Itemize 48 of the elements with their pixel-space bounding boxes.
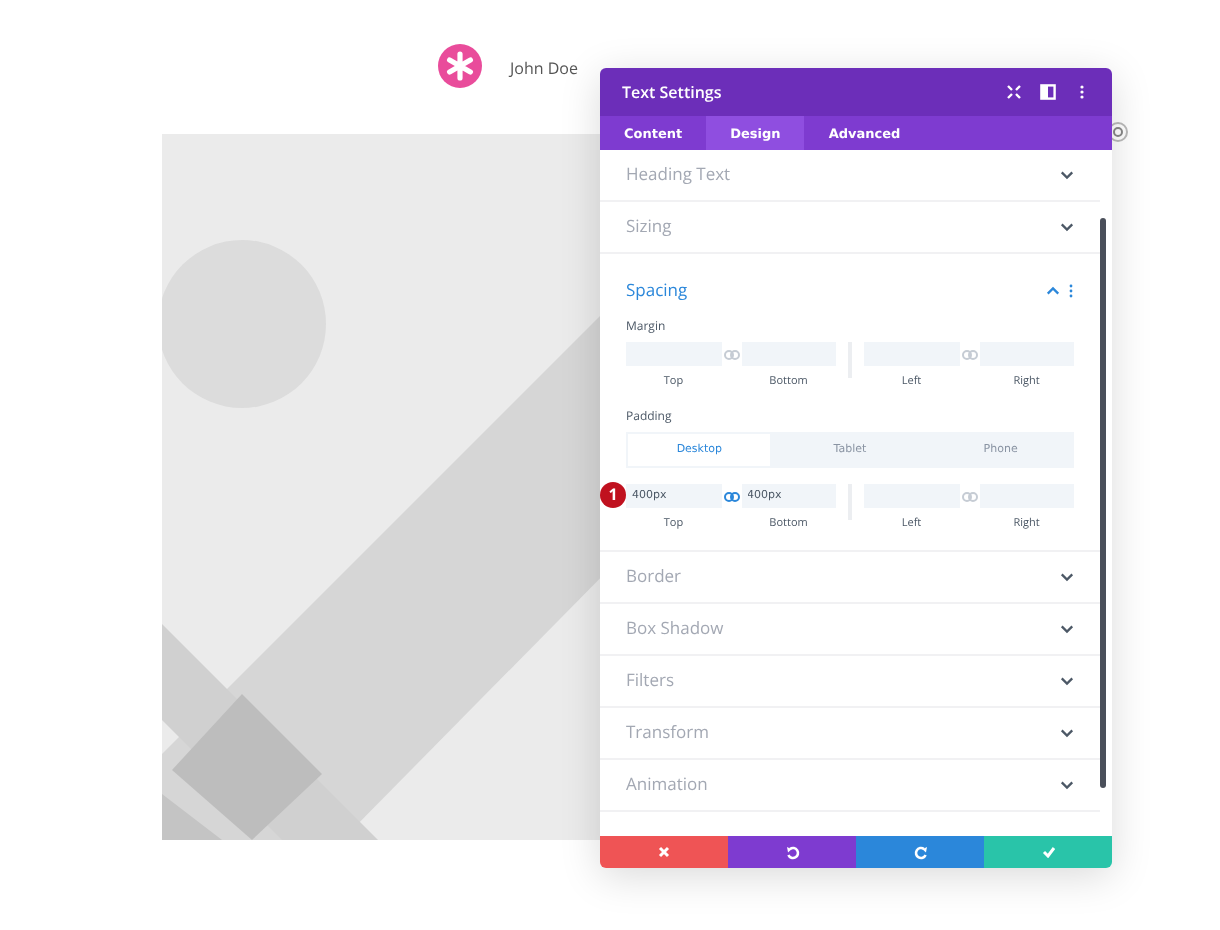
section-title: Heading Text bbox=[626, 164, 733, 186]
save-button[interactable] bbox=[984, 836, 1112, 868]
input-field[interactable] bbox=[979, 484, 1074, 508]
link-icon[interactable] bbox=[723, 491, 739, 501]
chevron-icon bbox=[1060, 170, 1074, 180]
chevron-icon bbox=[1060, 572, 1074, 582]
section-title: Animation bbox=[626, 774, 710, 796]
section-title: Sizing bbox=[626, 216, 674, 238]
redo-button[interactable] bbox=[856, 836, 984, 868]
link-icon[interactable] bbox=[723, 349, 739, 359]
settings-section[interactable]: Animation bbox=[600, 760, 1100, 812]
chevron-icon bbox=[1060, 676, 1074, 686]
settings-section[interactable]: Heading Text bbox=[600, 150, 1100, 202]
discard-button[interactable] bbox=[600, 836, 728, 868]
settings-section[interactable]: Box Shadow bbox=[600, 604, 1100, 656]
chevron-icon bbox=[1060, 780, 1074, 790]
redo-icon bbox=[913, 845, 927, 859]
chevron-icon bbox=[1046, 285, 1060, 295]
input-field[interactable] bbox=[979, 342, 1074, 366]
section-title[interactable]: Spacing bbox=[626, 279, 1046, 301]
section-title: Border bbox=[626, 566, 684, 588]
sidebar-icon[interactable] bbox=[1040, 84, 1056, 100]
expand-icon[interactable] bbox=[1006, 84, 1022, 100]
settings-section[interactable]: Filters bbox=[600, 656, 1100, 708]
link-icon[interactable] bbox=[961, 349, 977, 359]
modal-title: Text Settings bbox=[622, 81, 724, 103]
undo-button[interactable] bbox=[728, 836, 856, 868]
step-badge: 1 bbox=[600, 482, 626, 508]
more-icon[interactable] bbox=[1068, 283, 1074, 297]
section-title: Transform bbox=[626, 722, 711, 744]
settings-section[interactable]: Sizing bbox=[600, 202, 1100, 254]
settings-section[interactable]: Transform bbox=[600, 708, 1100, 760]
chevron-icon bbox=[1060, 728, 1074, 738]
close-icon bbox=[658, 846, 670, 858]
input-field[interactable] bbox=[864, 484, 959, 508]
input-field[interactable] bbox=[626, 342, 721, 366]
section-title: Filters bbox=[626, 670, 677, 692]
chevron-icon bbox=[1060, 222, 1074, 232]
undo-icon bbox=[785, 845, 799, 859]
input-field[interactable] bbox=[741, 342, 836, 366]
section-title: Box Shadow bbox=[626, 618, 726, 640]
link-icon[interactable] bbox=[961, 491, 977, 501]
settings-section[interactable]: Border bbox=[600, 552, 1100, 604]
check-icon bbox=[1041, 846, 1055, 858]
author-name: John Doe bbox=[510, 58, 578, 80]
logo-icon bbox=[438, 44, 482, 88]
chevron-icon bbox=[1060, 624, 1074, 634]
input-field[interactable] bbox=[864, 342, 959, 366]
